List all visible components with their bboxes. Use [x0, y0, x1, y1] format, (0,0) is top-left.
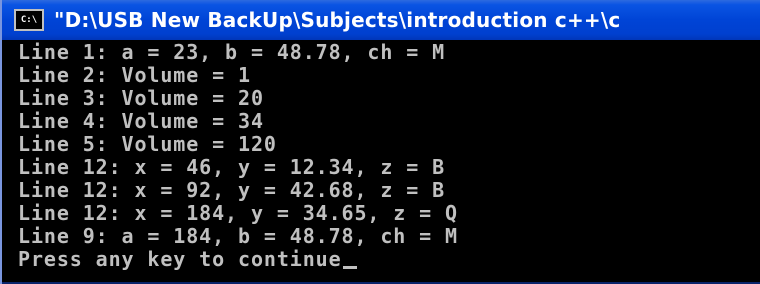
console-line: Line 5: Volume = 120 — [18, 132, 277, 156]
console-line: Line 3: Volume = 20 — [18, 86, 264, 110]
console-window[interactable]: C:\ "D:\USB New BackUp\Subjects\introduc… — [0, 0, 760, 284]
title-bar[interactable]: C:\ "D:\USB New BackUp\Subjects\introduc… — [2, 0, 760, 40]
console-line: Line 4: Volume = 34 — [18, 109, 264, 133]
console-prompt-text: Press any key to continue — [18, 247, 342, 271]
console-output[interactable]: Line 1: a = 23, b = 48.78, ch = M Line 2… — [18, 41, 758, 279]
console-prompt-line: Press any key to continue — [18, 248, 758, 271]
text-cursor — [342, 266, 357, 269]
console-line: Line 12: x = 184, y = 34.65, z = Q — [18, 201, 458, 225]
console-app-icon[interactable]: C:\ — [14, 9, 44, 31]
console-line: Line 12: x = 46, y = 12.34, z = B — [18, 155, 446, 179]
window-title: "D:\USB New BackUp\Subjects\introduction… — [54, 8, 621, 32]
console-line: Line 2: Volume = 1 — [18, 63, 251, 87]
console-app-icon-label: C:\ — [20, 14, 38, 25]
console-line: Line 9: a = 184, b = 48.78, ch = M — [18, 224, 458, 248]
console-line: Line 1: a = 23, b = 48.78, ch = M — [18, 41, 446, 64]
console-line: Line 12: x = 92, y = 42.68, z = B — [18, 178, 446, 202]
